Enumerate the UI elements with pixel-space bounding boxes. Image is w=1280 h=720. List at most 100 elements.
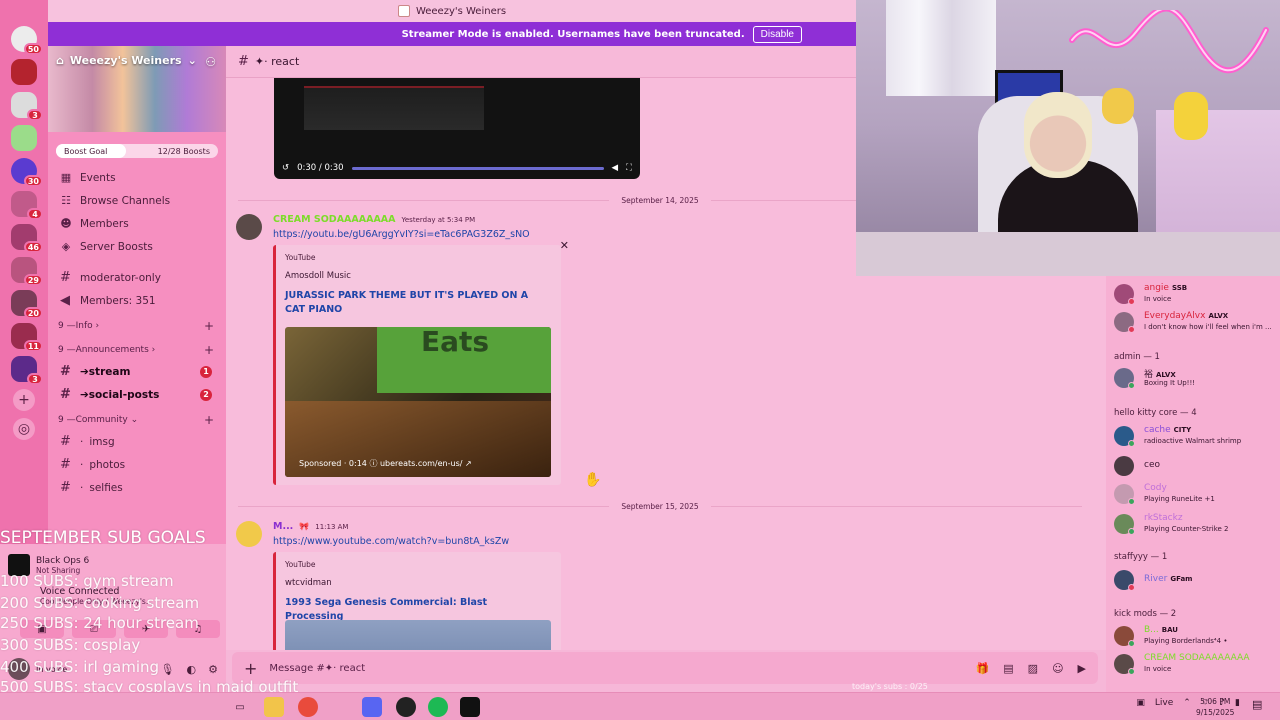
message-author[interactable]: CREAM SODAAAAAAAA bbox=[273, 214, 396, 225]
embed-title[interactable]: JURASSIC PARK THEME BUT IT'S PLAYED ON A… bbox=[285, 289, 541, 317]
invite-people-icon[interactable]: ⚇ bbox=[205, 55, 216, 69]
member-item[interactable]: River GFam bbox=[1114, 568, 1280, 594]
notification-icon[interactable]: ▤ bbox=[1252, 698, 1262, 711]
replay-icon[interactable]: ↺ bbox=[282, 163, 289, 173]
emoji-icon[interactable]: ☺ bbox=[1052, 662, 1063, 675]
sponsor-link[interactable]: ubereats.com/en-us/ bbox=[380, 459, 462, 468]
add-channel-icon[interactable]: + bbox=[204, 343, 214, 357]
voice-connected-panel[interactable]: Voice Connected Cool People Only / Weeez… bbox=[8, 586, 218, 614]
video-progress-bar[interactable] bbox=[351, 166, 604, 170]
member-item[interactable]: rkStackz Playing Counter-Strike 2 bbox=[1114, 512, 1280, 538]
battery-icon[interactable]: ▮ bbox=[1235, 698, 1240, 708]
server-badge: 3 bbox=[27, 109, 43, 121]
screen-share-button[interactable]: ⎚ bbox=[72, 620, 116, 638]
spotify-icon[interactable] bbox=[428, 697, 448, 717]
member-name: ceo bbox=[1144, 460, 1160, 470]
member-item[interactable]: B... BAU Playing Borderlands⁴4 • bbox=[1114, 624, 1280, 650]
boost-goal-bar[interactable]: Boost Goal 12/28 Boosts bbox=[56, 144, 218, 158]
server-icon-4[interactable]: 30 bbox=[11, 158, 43, 187]
apps-icon[interactable]: ▶ bbox=[1078, 662, 1086, 675]
task-view-icon[interactable]: ▭ bbox=[230, 697, 250, 717]
embed-author[interactable]: wtcvidman bbox=[285, 578, 332, 588]
discover-button[interactable]: ◎ bbox=[13, 418, 35, 440]
add-server-button[interactable]: + bbox=[13, 389, 35, 411]
server-icon-1[interactable] bbox=[11, 59, 37, 85]
add-channel-icon[interactable]: + bbox=[204, 319, 214, 333]
webcam-plush bbox=[1102, 88, 1134, 124]
camera-button[interactable]: ▣ bbox=[20, 620, 64, 638]
add-channel-icon[interactable]: + bbox=[204, 413, 214, 427]
avatar[interactable] bbox=[236, 521, 262, 547]
tray-app-icon[interactable]: ▣ bbox=[1136, 698, 1145, 708]
gift-icon[interactable]: 🎁 bbox=[976, 662, 990, 675]
chrome-icon[interactable] bbox=[298, 697, 318, 717]
embed-author[interactable]: Amosdoll Music bbox=[285, 271, 351, 281]
category-announcements[interactable]: 9 —Announcements › + bbox=[48, 340, 226, 360]
member-item[interactable]: ceo bbox=[1114, 454, 1280, 480]
member-item[interactable]: Cody Playing RuneLite +1 bbox=[1114, 482, 1280, 508]
server-badge: 30 bbox=[23, 175, 43, 187]
member-name-text: EverydayAlvx bbox=[1144, 311, 1206, 321]
member-item[interactable]: cache CITY radioactive Walmart shrimp bbox=[1114, 424, 1280, 450]
member-item[interactable]: EverydayAlvx ALVX I don't know how i'll f… bbox=[1114, 310, 1280, 336]
activity-panel[interactable]: Black Ops 6 Not Sharing bbox=[8, 550, 218, 580]
sidebar-item-members[interactable]: ☻ Members bbox=[48, 212, 226, 235]
channel-member-count[interactable]: ◀ Members: 351 bbox=[48, 289, 226, 312]
channel-photos[interactable]: # · photos bbox=[48, 453, 226, 476]
server-folder-6[interactable]: 3 bbox=[11, 356, 43, 385]
microphone-icon[interactable]: 🎙 bbox=[161, 663, 175, 676]
avatar[interactable] bbox=[236, 214, 262, 240]
disable-streamer-mode-button[interactable]: Disable bbox=[752, 25, 802, 43]
server-folder-4[interactable]: 20 bbox=[11, 290, 43, 319]
video-thumbnail[interactable]: Eats Sponsored · 0:14 ⓘ ubereats.com/en-… bbox=[285, 327, 551, 477]
avatar[interactable] bbox=[8, 658, 30, 680]
chevron-up-icon[interactable]: ⌃ bbox=[1183, 698, 1191, 708]
headphones-icon[interactable]: ◐ bbox=[187, 663, 197, 676]
obs-icon[interactable] bbox=[396, 697, 416, 717]
sponsored-caption: Sponsored · 0:14 ⓘ ubereats.com/en-us/ ↗ bbox=[299, 458, 472, 469]
fullscreen-icon[interactable]: ⛶ bbox=[626, 163, 632, 173]
category-community[interactable]: 9 —Community ⌄ + bbox=[48, 410, 226, 430]
discord-icon[interactable] bbox=[362, 697, 382, 717]
server-name[interactable]: ⌂ Weeezy's Weiners ⌄ bbox=[56, 54, 197, 67]
server-folder-1[interactable]: 4 bbox=[11, 191, 43, 220]
member-item[interactable]: angie SSB In voice bbox=[1114, 282, 1280, 308]
volume-icon[interactable]: ◀ bbox=[612, 163, 619, 173]
soundboard-button[interactable]: ♫ bbox=[176, 620, 220, 638]
channel-stream[interactable]: # ➔stream 1 bbox=[48, 360, 226, 383]
server-banner[interactable]: ⌂ Weeezy's Weiners ⌄ ⚇ bbox=[48, 46, 226, 132]
server-icon-3[interactable] bbox=[11, 125, 37, 151]
game-launcher-icon[interactable] bbox=[460, 697, 480, 717]
channel-imsg[interactable]: # · imsg bbox=[48, 430, 226, 453]
sticker-icon[interactable]: ▨ bbox=[1028, 662, 1038, 675]
server-folder-2[interactable]: 46 bbox=[11, 224, 43, 253]
message-author[interactable]: M... bbox=[273, 521, 293, 532]
member-item[interactable]: CREAM SODAAAAAAAA In voice bbox=[1114, 652, 1280, 678]
server-folder-3[interactable]: 29 bbox=[11, 257, 43, 286]
activity-button[interactable]: ✈ bbox=[124, 620, 168, 638]
message-link[interactable]: https://www.youtube.com/watch?v=bun8tA_k… bbox=[273, 536, 509, 547]
message-input[interactable]: Message #✦· react bbox=[269, 663, 963, 674]
channel-moderator-only[interactable]: # moderator-only bbox=[48, 266, 226, 289]
taskbar-clock[interactable]: 5:06 PM 9/15/2025 bbox=[1196, 696, 1234, 718]
channel-social-posts[interactable]: # ➔social-posts 2 bbox=[48, 383, 226, 406]
member-item[interactable]: 裕 ALVX Boxing It Up!!! bbox=[1114, 366, 1280, 392]
sidebar-item-browse-channels[interactable]: ☷ Browse Channels bbox=[48, 189, 226, 212]
video-player[interactable]: ↺ 0:30 / 0:30 ◀ ⛶ bbox=[274, 78, 640, 179]
live-indicator[interactable]: Live bbox=[1155, 698, 1173, 708]
category-info[interactable]: 9 —Info › + bbox=[48, 316, 226, 336]
close-icon[interactable]: ✕ bbox=[560, 239, 569, 252]
message-composer[interactable]: + Message #✦· react 🎁 ▤ ▨ ☺ ▶ bbox=[232, 652, 1098, 684]
gear-icon[interactable]: ⚙ bbox=[208, 663, 218, 676]
sidebar-item-server-boosts[interactable]: ◈ Server Boosts bbox=[48, 235, 226, 258]
server-icon-home[interactable]: 50 bbox=[11, 26, 43, 55]
sidebar-item-events[interactable]: ▦ Events bbox=[48, 166, 226, 189]
file-explorer-icon[interactable] bbox=[264, 697, 284, 717]
message-link[interactable]: https://youtu.be/gU6ArggYvIY?si=eTac6PAG… bbox=[273, 229, 530, 240]
gif-icon[interactable]: ▤ bbox=[1003, 662, 1013, 675]
channel-selfies[interactable]: # · selfies bbox=[48, 476, 226, 499]
attach-plus-icon[interactable]: + bbox=[244, 659, 257, 678]
video-thumbnail[interactable] bbox=[285, 620, 551, 650]
server-icon-2[interactable]: 3 bbox=[11, 92, 43, 121]
server-folder-5[interactable]: 11 bbox=[11, 323, 43, 352]
